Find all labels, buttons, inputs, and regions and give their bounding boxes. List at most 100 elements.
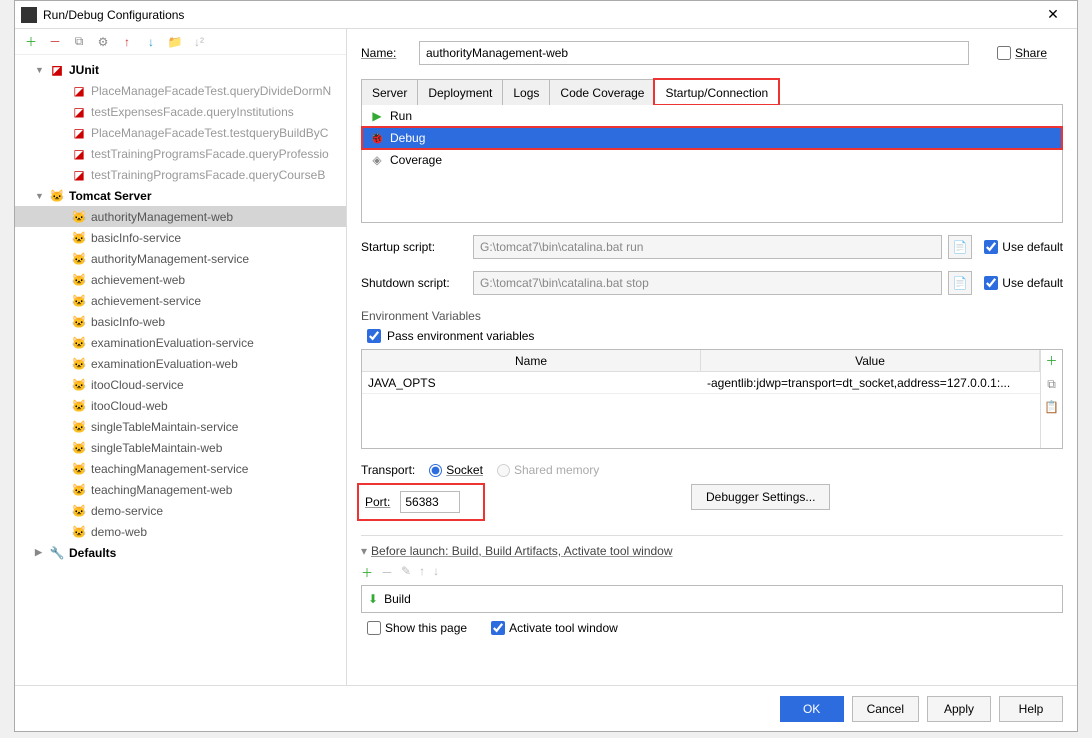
tomcat-icon: 🐱 [71, 440, 87, 456]
collapse-icon[interactable]: ▾ [361, 544, 367, 558]
socket-radio[interactable] [429, 464, 442, 477]
activate-check[interactable] [491, 621, 505, 635]
sort-icon[interactable]: ↓² [191, 34, 207, 50]
tree-item[interactable]: 🐱achievement-service [15, 290, 346, 311]
add-icon[interactable]: ＋ [23, 34, 39, 50]
name-input[interactable] [419, 41, 969, 65]
env-cell-name: JAVA_OPTS [362, 372, 701, 393]
tree-item[interactable]: 🐱authorityManagement-web [15, 206, 346, 227]
tree-item[interactable]: 🐱itooCloud-web [15, 395, 346, 416]
env-grid[interactable]: Name Value JAVA_OPTS -agentlib:jdwp=tran… [362, 350, 1040, 448]
tree-item[interactable]: ◪PlaceManageFacadeTest.testqueryBuildByC [15, 122, 346, 143]
name-row: Name: Share [361, 41, 1063, 65]
tab-deployment[interactable]: Deployment [417, 79, 503, 105]
env-buttons: ＋ ⧉ 📋 [1040, 350, 1062, 448]
startup-default-check[interactable] [984, 240, 998, 254]
bl-up-icon[interactable]: ↑ [419, 564, 425, 581]
env-pass-check[interactable] [367, 329, 381, 343]
shutdown-browse-icon[interactable]: 📄 [948, 271, 972, 295]
tree-item[interactable]: 🐱authorityManagement-service [15, 248, 346, 269]
tree-item[interactable]: 🐱examinationEvaluation-web [15, 353, 346, 374]
run-mode-coverage[interactable]: ◈ Coverage [362, 149, 1062, 171]
tomcat-icon: 🐱 [71, 314, 87, 330]
tree-item[interactable]: 🐱singleTableMaintain-web [15, 437, 346, 458]
env-copy-icon[interactable]: ⧉ [1047, 377, 1056, 392]
env-add-icon[interactable]: ＋ [1045, 352, 1057, 369]
tab-logs[interactable]: Logs [502, 79, 550, 105]
tree-item[interactable]: 🐱examinationEvaluation-service [15, 332, 346, 353]
down-icon[interactable]: ↓ [143, 34, 159, 50]
before-launch-header[interactable]: ▾ Before launch: Build, Build Artifacts,… [361, 544, 1063, 558]
tree-item[interactable]: 🐱teachingManagement-web [15, 479, 346, 500]
run-mode-debug[interactable]: 🐞 Debug [362, 127, 1062, 149]
share-check[interactable] [997, 46, 1011, 60]
env-pass-chk[interactable]: Pass environment variables [361, 329, 1063, 343]
ok-button[interactable]: OK [780, 696, 844, 722]
cancel-button[interactable]: Cancel [852, 696, 919, 722]
tree-item[interactable]: 🐱demo-service [15, 500, 346, 521]
expand-icon[interactable]: ▼ [35, 65, 45, 75]
tomcat-icon: 🐱 [71, 524, 87, 540]
show-page-chk[interactable]: Show this page [367, 621, 467, 635]
window-title: Run/Debug Configurations [43, 8, 1035, 22]
bl-remove-icon[interactable]: － [381, 564, 393, 581]
tree-defaults[interactable]: ▶ 🔧 Defaults [15, 542, 346, 563]
tree-item[interactable]: ◪testExpensesFacade.queryInstitutions [15, 101, 346, 122]
env-paste-icon[interactable]: 📋 [1044, 400, 1059, 414]
env-row[interactable]: JAVA_OPTS -agentlib:jdwp=transport=dt_so… [362, 372, 1040, 394]
tab-startup-connection[interactable]: Startup/Connection [654, 79, 779, 105]
startup-browse-icon[interactable]: 📄 [948, 235, 972, 259]
tree-item[interactable]: 🐱basicInfo-web [15, 311, 346, 332]
env-header: Name Value [362, 350, 1040, 372]
bl-add-icon[interactable]: ＋ [361, 564, 373, 581]
tree-item[interactable]: 🐱teachingManagement-service [15, 458, 346, 479]
config-toolbar: ＋ － ⧉ ⚙ ↑ ↓ 📁 ↓² [15, 29, 346, 55]
tree-item[interactable]: 🐱singleTableMaintain-service [15, 416, 346, 437]
expand-icon[interactable]: ▶ [35, 547, 45, 558]
port-input[interactable] [400, 491, 460, 513]
bl-edit-icon[interactable]: ✎ [401, 564, 411, 581]
tree-item[interactable]: 🐱demo-web [15, 521, 346, 542]
help-button[interactable]: Help [999, 696, 1063, 722]
run-mode-run[interactable]: ▶ Run [362, 105, 1062, 127]
expand-icon[interactable]: ▼ [35, 191, 45, 201]
before-launch: ▾ Before launch: Build, Build Artifacts,… [361, 535, 1063, 635]
shutdown-default-check[interactable] [984, 276, 998, 290]
footer: OK Cancel Apply Help [15, 685, 1077, 731]
tree-item[interactable]: 🐱basicInfo-service [15, 227, 346, 248]
tomcat-icon: 🐱 [71, 398, 87, 414]
shutdown-default-chk[interactable]: Use default [984, 276, 1063, 290]
port-container: Port: Debugger Settings... [361, 477, 1063, 517]
close-icon[interactable]: ✕ [1035, 6, 1071, 23]
activate-chk[interactable]: Activate tool window [491, 621, 618, 635]
remove-icon[interactable]: － [47, 34, 63, 50]
tree-item[interactable]: ◪testTrainingProgramsFacade.queryCourseB [15, 164, 346, 185]
settings-icon[interactable]: ⚙ [95, 34, 111, 50]
tree-item[interactable]: 🐱achievement-web [15, 269, 346, 290]
radio-socket[interactable]: Socket [429, 463, 483, 477]
tree-item[interactable]: ◪PlaceManageFacadeTest.queryDivideDormN [15, 80, 346, 101]
bl-list[interactable]: ⬇ Build [361, 585, 1063, 613]
show-page-check[interactable] [367, 621, 381, 635]
debugger-settings-button[interactable]: Debugger Settings... [691, 484, 830, 510]
tree-item[interactable]: 🐱itooCloud-service [15, 374, 346, 395]
tab-server[interactable]: Server [361, 79, 418, 105]
tomcat-icon: 🐱 [71, 356, 87, 372]
tree-junit[interactable]: ▼ ◪ JUnit [15, 59, 346, 80]
share-checkbox[interactable]: Share [997, 46, 1063, 60]
tree-item[interactable]: ◪testTrainingProgramsFacade.queryProfess… [15, 143, 346, 164]
tab-code-coverage[interactable]: Code Coverage [549, 79, 655, 105]
apply-button[interactable]: Apply [927, 696, 991, 722]
app-icon [21, 7, 37, 23]
junit-icon: ◪ [71, 146, 87, 162]
tree-tomcat[interactable]: ▼ 🐱 Tomcat Server [15, 185, 346, 206]
folder-icon[interactable]: 📁 [167, 34, 183, 50]
up-icon[interactable]: ↑ [119, 34, 135, 50]
startup-default-chk[interactable]: Use default [984, 240, 1063, 254]
copy-icon[interactable]: ⧉ [71, 34, 87, 50]
run-mode-list: ▶ Run 🐞 Debug ◈ Coverage [361, 105, 1063, 223]
tomcat-icon: 🐱 [71, 461, 87, 477]
bl-down-icon[interactable]: ↓ [433, 564, 439, 581]
shared-radio [497, 464, 510, 477]
titlebar: Run/Debug Configurations ✕ [15, 1, 1077, 29]
